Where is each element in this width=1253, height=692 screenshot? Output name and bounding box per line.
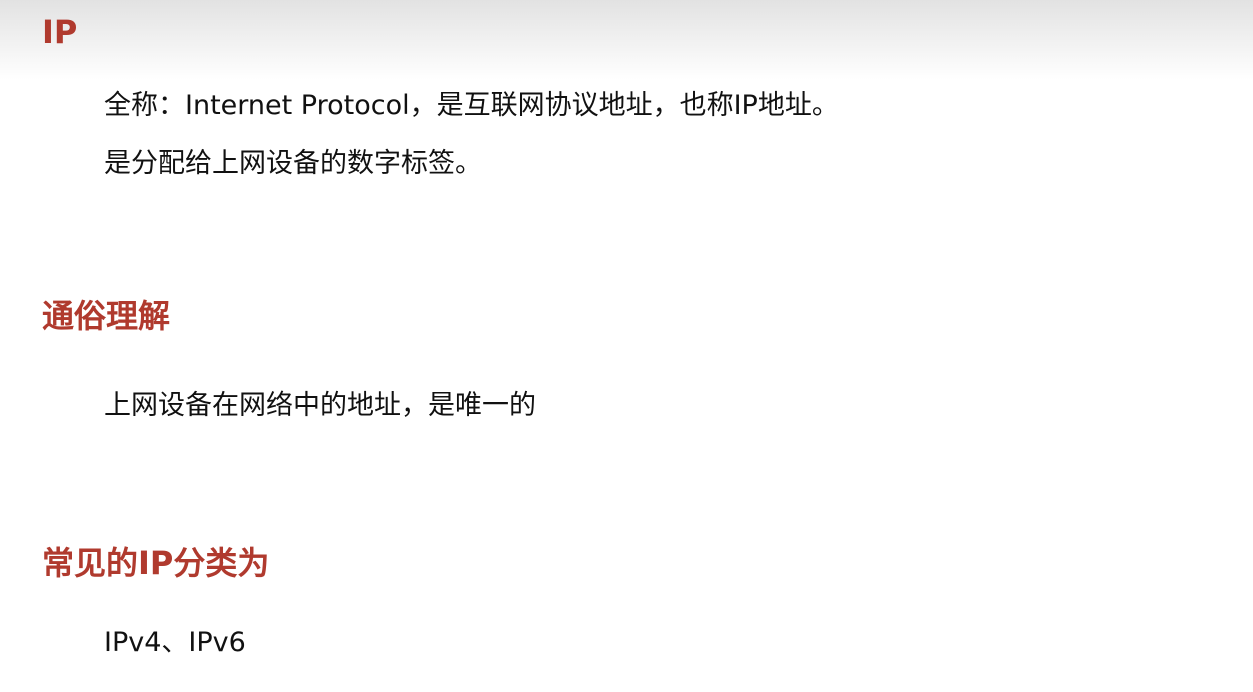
categories-line: IPv4、IPv6 (104, 627, 246, 658)
section-heading-understanding: 通俗理解 (42, 297, 171, 335)
ip-label-line: 是分配给上网设备的数字标签。 (104, 148, 482, 179)
understanding-line: 上网设备在网络中的地址，是唯一的 (104, 390, 536, 421)
ip-definition-line: 全称：Internet Protocol，是互联网协议地址，也称IP地址。 (104, 90, 839, 121)
section-heading-ip: IP (42, 13, 78, 51)
header-band (0, 0, 1253, 80)
section-heading-categories: 常见的IP分类为 (42, 544, 270, 582)
